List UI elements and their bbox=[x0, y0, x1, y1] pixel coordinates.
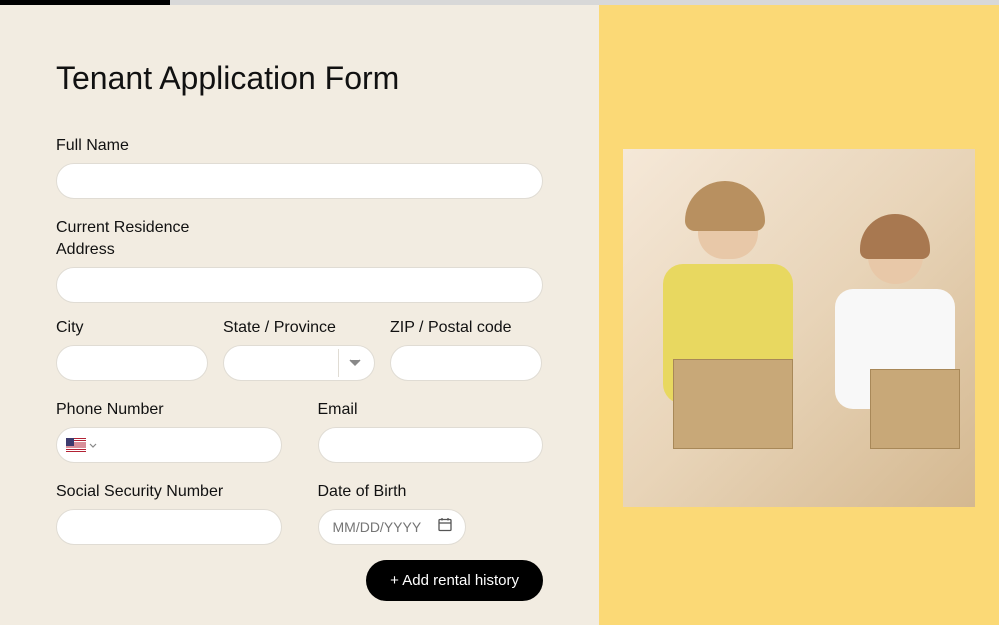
ssn-dob-row: Social Security Number Date of Birth bbox=[56, 483, 543, 545]
field-city: City bbox=[56, 319, 208, 381]
field-phone: Phone Number bbox=[56, 401, 282, 463]
field-address: Address bbox=[56, 241, 543, 303]
dob-label: Date of Birth bbox=[318, 483, 544, 501]
address-input[interactable] bbox=[56, 267, 543, 303]
ssn-input[interactable] bbox=[56, 509, 282, 545]
state-label: State / Province bbox=[223, 319, 375, 337]
city-label: City bbox=[56, 319, 208, 337]
email-label: Email bbox=[318, 401, 544, 419]
address-label: Address bbox=[56, 241, 543, 259]
current-residence-section: Current Residence bbox=[56, 219, 543, 237]
state-select[interactable] bbox=[223, 345, 375, 381]
person-illustration bbox=[653, 189, 803, 469]
phone-label: Phone Number bbox=[56, 401, 282, 419]
field-email: Email bbox=[318, 401, 544, 463]
us-flag-icon bbox=[66, 438, 86, 452]
add-rental-history-button[interactable]: + Add rental history bbox=[366, 560, 543, 601]
calendar-icon[interactable] bbox=[438, 518, 452, 537]
email-input[interactable] bbox=[318, 427, 544, 463]
progress-bar bbox=[0, 0, 999, 5]
phone-country-selector[interactable] bbox=[66, 438, 97, 452]
full-name-input[interactable] bbox=[56, 163, 543, 199]
phone-email-row: Phone Number Email bbox=[56, 401, 543, 463]
full-name-label: Full Name bbox=[56, 137, 543, 155]
image-panel bbox=[599, 0, 999, 625]
page-title: Tenant Application Form bbox=[56, 60, 543, 97]
chevron-down-icon bbox=[89, 443, 97, 448]
field-ssn: Social Security Number bbox=[56, 483, 282, 545]
field-zip: ZIP / Postal code bbox=[390, 319, 542, 381]
person-illustration bbox=[825, 219, 965, 479]
zip-input[interactable] bbox=[390, 345, 542, 381]
field-full-name: Full Name bbox=[56, 137, 543, 199]
progress-fill bbox=[0, 0, 170, 5]
field-state: State / Province bbox=[223, 319, 375, 381]
select-divider bbox=[338, 349, 339, 377]
city-input[interactable] bbox=[56, 345, 208, 381]
form-panel: Tenant Application Form Full Name Curren… bbox=[0, 0, 599, 625]
ssn-label: Social Security Number bbox=[56, 483, 282, 501]
zip-label: ZIP / Postal code bbox=[390, 319, 542, 337]
city-state-zip-row: City State / Province ZIP / Postal code bbox=[56, 319, 543, 381]
hero-image bbox=[623, 149, 975, 507]
field-dob: Date of Birth bbox=[318, 483, 544, 545]
